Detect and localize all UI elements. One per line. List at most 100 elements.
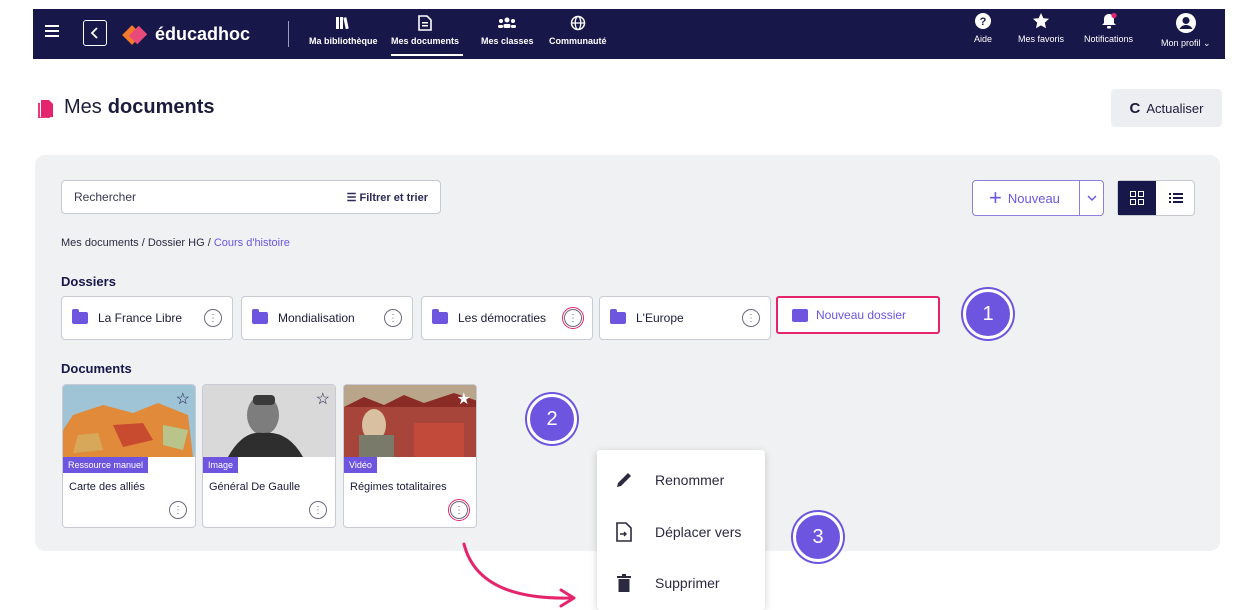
new-button[interactable]: + Nouveau	[972, 180, 1104, 216]
favorite-star-icon[interactable]: ☆	[176, 389, 190, 409]
move-file-icon	[613, 521, 635, 543]
new-folder-button[interactable]: Nouveau dossier	[776, 296, 940, 334]
search-input[interactable]: Rechercher ☰ Filtrer et trier	[61, 180, 441, 214]
top-bar: éducadhoc Ma bibliothèque Mes documents …	[0, 0, 1240, 65]
document-name: Général De Gaulle	[209, 481, 301, 493]
more-options-icon[interactable]: ⋮	[742, 309, 760, 327]
navbar: éducadhoc Ma bibliothèque Mes documents …	[33, 9, 1225, 59]
chevron-down-icon: ⌄	[1203, 38, 1211, 48]
list-icon	[1169, 193, 1183, 203]
move-to-menu-item[interactable]: Déplacer vers	[597, 507, 765, 557]
filter-icon: ☰	[346, 191, 357, 204]
rename-menu-item[interactable]: Renommer	[597, 455, 765, 505]
filter-sort-button[interactable]: ☰ Filtrer et trier	[347, 191, 428, 204]
more-options-icon[interactable]: ⋮	[384, 309, 402, 327]
folder-item[interactable]: Mondialisation ⋮	[241, 296, 413, 340]
bell-icon	[1101, 12, 1117, 29]
callout-3: 3	[793, 512, 843, 562]
grid-icon	[1130, 191, 1144, 205]
folder-item[interactable]: La France Libre ⋮	[61, 296, 233, 340]
breadcrumb-path[interactable]: Mes documents / Dossier HG /	[61, 237, 214, 249]
folder-icon	[432, 309, 448, 324]
breadcrumb-current: Cours d'histoire	[213, 237, 290, 249]
document-type-badge: Ressource manuel	[63, 457, 149, 473]
folder-name: L'Europe	[636, 311, 684, 325]
folder-name: Les démocraties	[458, 311, 547, 325]
folder-name: Mondialisation	[278, 311, 355, 325]
nav-label: Mes favoris	[1018, 34, 1065, 44]
list-view-button[interactable]	[1158, 181, 1194, 215]
active-tab-indicator	[391, 54, 463, 56]
user-icon	[1175, 13, 1196, 33]
grid-view-button[interactable]	[1118, 181, 1156, 215]
delete-menu-item[interactable]: Supprimer	[597, 558, 765, 608]
favorite-star-icon[interactable]: ★	[457, 389, 471, 409]
document-card[interactable]: ☆ Image Général De Gaulle ⋮	[202, 384, 336, 528]
folder-icon	[252, 309, 268, 324]
more-options-icon[interactable]: ⋮	[562, 307, 584, 329]
refresh-button[interactable]: C Actualiser	[1111, 89, 1222, 127]
nav-label: Notifications	[1084, 34, 1134, 44]
callout-2: 2	[527, 394, 577, 444]
nav-label: Communauté	[549, 36, 607, 46]
globe-icon	[568, 13, 588, 33]
trash-icon	[613, 572, 635, 594]
folder-item[interactable]: Les démocraties ⋮	[421, 296, 593, 340]
folder-icon	[72, 309, 88, 324]
view-toggle	[1117, 180, 1195, 216]
folder-name: La France Libre	[98, 311, 183, 325]
documents-heading: Documents	[61, 361, 132, 376]
document-type-badge: Image	[203, 457, 239, 473]
nav-label: Aide	[974, 34, 993, 44]
logo-icon	[125, 23, 147, 45]
nav-label: Mes documents	[391, 36, 460, 46]
document-type-badge: Vidéo	[344, 457, 377, 473]
nav-label: Mes classes	[481, 36, 534, 46]
chevron-left-icon	[90, 27, 98, 39]
nav-mes-favoris[interactable]: Mes favoris	[1018, 12, 1064, 44]
search-placeholder: Rechercher	[74, 190, 137, 204]
more-options-icon[interactable]: ⋮	[204, 309, 222, 327]
more-options-icon[interactable]: ⋮	[309, 501, 327, 519]
more-options-icon[interactable]: ⋮	[169, 501, 187, 519]
document-card[interactable]: ☆ Ressource manuel Carte des alliés ⋮	[62, 384, 196, 528]
book-icon	[333, 13, 353, 33]
nav-ma-bibliotheque[interactable]: Ma bibliothèque	[309, 13, 378, 46]
nav-label: Mon profil ⌄	[1161, 38, 1211, 48]
add-folder-icon	[792, 308, 808, 322]
nav-label: Ma bibliothèque	[309, 36, 378, 46]
annotation-arrow	[462, 542, 576, 608]
brand-name: éducadhoc	[155, 23, 251, 44]
group-icon	[497, 13, 517, 33]
plus-icon: +	[989, 185, 1002, 210]
pencil-icon	[613, 469, 635, 491]
nav-mes-documents[interactable]: Mes documents	[391, 13, 459, 46]
divider	[288, 21, 289, 47]
folder-item[interactable]: L'Europe ⋮	[599, 296, 771, 340]
star-icon	[1033, 13, 1049, 29]
refresh-icon: C	[1129, 99, 1141, 117]
breadcrumb: Mes documents / Dossier HG / Cours d'his…	[61, 237, 290, 249]
nav-mon-profil[interactable]: Mon profil ⌄	[1161, 12, 1211, 49]
page-title: Mes documents	[38, 96, 214, 119]
nav-aide[interactable]: ? Aide	[974, 12, 992, 44]
document-name: Carte des alliés	[69, 481, 145, 493]
back-button[interactable]	[83, 20, 107, 46]
folders-heading: Dossiers	[61, 274, 116, 289]
context-menu: Renommer Déplacer vers Supprimer	[597, 450, 765, 610]
nav-notifications[interactable]: Notifications	[1084, 12, 1133, 44]
more-options-icon[interactable]: ⋮	[448, 499, 470, 521]
menu-icon[interactable]	[45, 25, 59, 37]
callout-1: 1	[963, 289, 1013, 339]
document-card[interactable]: ★ Vidéo Régimes totalitaires ⋮	[343, 384, 477, 528]
favorite-star-icon[interactable]: ☆	[316, 389, 330, 409]
document-icon	[415, 13, 435, 33]
nav-communaute[interactable]: Communauté	[549, 13, 607, 46]
documents-icon	[38, 99, 53, 118]
chevron-down-icon[interactable]	[1079, 181, 1103, 215]
help-icon: ?	[975, 13, 991, 29]
logo[interactable]: éducadhoc	[125, 23, 250, 45]
nav-mes-classes[interactable]: Mes classes	[481, 13, 534, 46]
folder-icon	[610, 309, 626, 324]
document-name: Régimes totalitaires	[350, 481, 447, 493]
